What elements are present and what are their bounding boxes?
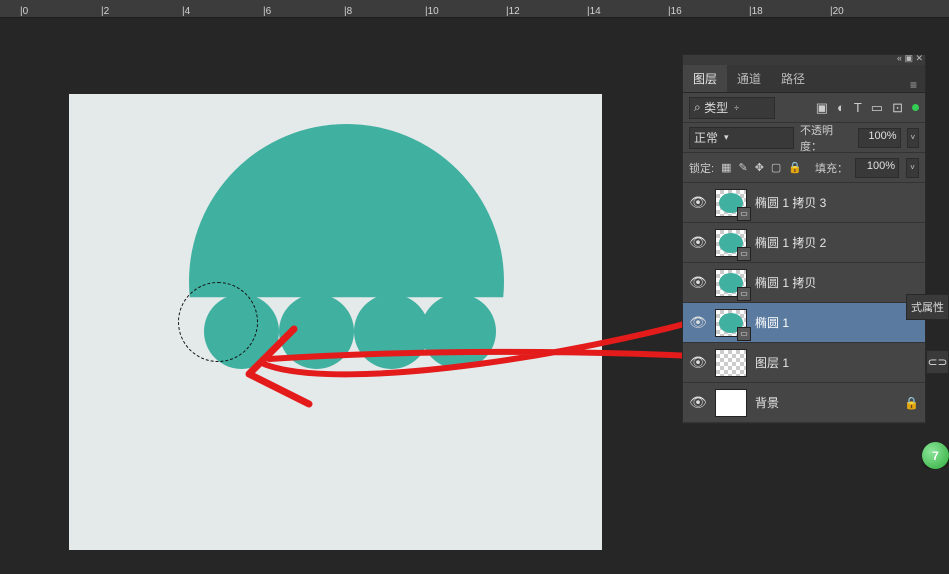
blend-mode-value: 正常 — [694, 129, 718, 146]
fill-stepper[interactable]: ˅ — [906, 158, 919, 178]
link-icon[interactable]: ⊂⊃ — [926, 350, 949, 374]
fill-label: 填充： — [815, 160, 848, 176]
layer-name[interactable]: 椭圆 1 — [755, 314, 789, 331]
lock-icon[interactable]: 🔒 — [904, 396, 919, 410]
panel-menu-icon[interactable]: ≡ — [910, 78, 925, 92]
visibility-eye-icon[interactable]: 👁 — [689, 274, 707, 291]
canvas[interactable] — [69, 94, 602, 550]
fill-value[interactable]: 100% — [855, 158, 899, 178]
tab-paths[interactable]: 路径 — [771, 64, 815, 92]
properties-tab[interactable]: 式属性 — [906, 294, 949, 320]
lock-paint-icon[interactable]: ✎ — [738, 161, 747, 174]
layer-thumbnail[interactable]: ▭ — [715, 189, 747, 217]
blend-mode-dropdown[interactable]: 正常 ▾ — [689, 127, 794, 149]
visibility-eye-icon[interactable]: 👁 — [689, 314, 707, 331]
chevron-down-icon: ÷ — [734, 103, 739, 113]
layer-row[interactable]: 👁 背景 🔒 — [683, 383, 925, 423]
shape-badge-icon: ▭ — [737, 287, 751, 301]
panel-tabs: 图层 通道 路径 ≡ — [683, 65, 925, 93]
layer-name[interactable]: 背景 — [755, 394, 779, 411]
visibility-eye-icon[interactable]: 👁 — [689, 354, 707, 371]
marquee-selection[interactable] — [178, 282, 258, 362]
lock-transparency-icon[interactable]: ▦ — [721, 161, 731, 174]
filter-shape-icon[interactable]: ▭ — [871, 100, 883, 116]
search-icon: ⌕ — [694, 100, 701, 115]
shape-badge-icon: ▭ — [737, 247, 751, 261]
layer-thumbnail[interactable] — [715, 389, 747, 417]
layer-thumbnail[interactable]: ▭ — [715, 229, 747, 257]
opacity-value[interactable]: 100% — [858, 128, 900, 148]
layer-row[interactable]: 👁 ▭ 椭圆 1 拷贝 2 — [683, 223, 925, 263]
layer-thumbnail[interactable]: ▭ — [715, 269, 747, 297]
visibility-eye-icon[interactable]: 👁 — [689, 394, 707, 411]
blend-mode-row: 正常 ▾ 不透明度： 100% ˅ — [683, 123, 925, 153]
layer-name[interactable]: 椭圆 1 拷贝 3 — [755, 194, 826, 211]
visibility-eye-icon[interactable]: 👁 — [689, 194, 707, 211]
filter-smart-icon[interactable]: ⊡ — [892, 100, 903, 116]
lock-label: 锁定: — [689, 160, 714, 176]
shape-badge-icon: ▭ — [737, 207, 751, 221]
filter-image-icon[interactable]: ▣ — [816, 100, 828, 116]
panel-window-controls[interactable]: « ▣ ✕ — [897, 53, 923, 64]
panel-header: « ▣ ✕ — [683, 55, 925, 65]
filter-adjust-icon[interactable]: ◐ — [837, 100, 845, 115]
opacity-stepper[interactable]: ˅ — [907, 128, 919, 148]
layer-thumbnail[interactable]: ▭ — [715, 309, 747, 337]
layer-row[interactable]: 👁 ▭ 椭圆 1 — [683, 303, 925, 343]
layer-name[interactable]: 椭圆 1 拷贝 2 — [755, 234, 826, 251]
layer-row[interactable]: 👁 图层 1 — [683, 343, 925, 383]
visibility-eye-icon[interactable]: 👁 — [689, 234, 707, 251]
layer-thumbnail[interactable] — [715, 349, 747, 377]
layer-name[interactable]: 椭圆 1 拷贝 — [755, 274, 816, 291]
lock-all-icon[interactable]: 🔒 — [788, 161, 802, 174]
lock-artboard-icon[interactable]: ▢ — [771, 161, 781, 174]
filter-toggle[interactable] — [912, 104, 919, 111]
horizontal-ruler: |0|2|4|6|8|10|12|14|16|18|20 — [0, 0, 949, 18]
chevron-down-icon: ▾ — [724, 132, 729, 143]
lock-row: 锁定: ▦ ✎ ✥ ▢ 🔒 填充： 100% ˅ — [683, 153, 925, 183]
lock-position-icon[interactable]: ✥ — [755, 161, 764, 174]
layer-filter-row: ⌕ 类型 ÷ ▣ ◐ T ▭ ⊡ — [683, 93, 925, 123]
tab-channels[interactable]: 通道 — [727, 64, 771, 92]
filter-text-icon[interactable]: T — [854, 100, 862, 115]
layer-row[interactable]: 👁 ▭ 椭圆 1 拷贝 3 — [683, 183, 925, 223]
layer-row[interactable]: 👁 ▭ 椭圆 1 拷贝 — [683, 263, 925, 303]
layer-name[interactable]: 图层 1 — [755, 354, 789, 371]
shape-badge-icon: ▭ — [737, 327, 751, 341]
filter-type-dropdown[interactable]: ⌕ 类型 ÷ — [689, 97, 775, 119]
opacity-label: 不透明度： — [800, 122, 852, 154]
tab-layers[interactable]: 图层 — [683, 63, 727, 92]
floating-badge[interactable]: 7 — [922, 442, 949, 469]
layer-list: 👁 ▭ 椭圆 1 拷贝 3 👁 ▭ 椭圆 1 拷贝 2 👁 ▭ 椭圆 1 拷贝 👁 ▭ 椭圆 1 👁 图层… — [683, 183, 925, 423]
layers-panel: « ▣ ✕ 图层 通道 路径 ≡ ⌕ 类型 ÷ ▣ ◐ T ▭ ⊡ 正常 ▾ 不… — [682, 54, 926, 424]
filter-type-label: 类型 — [704, 99, 728, 116]
